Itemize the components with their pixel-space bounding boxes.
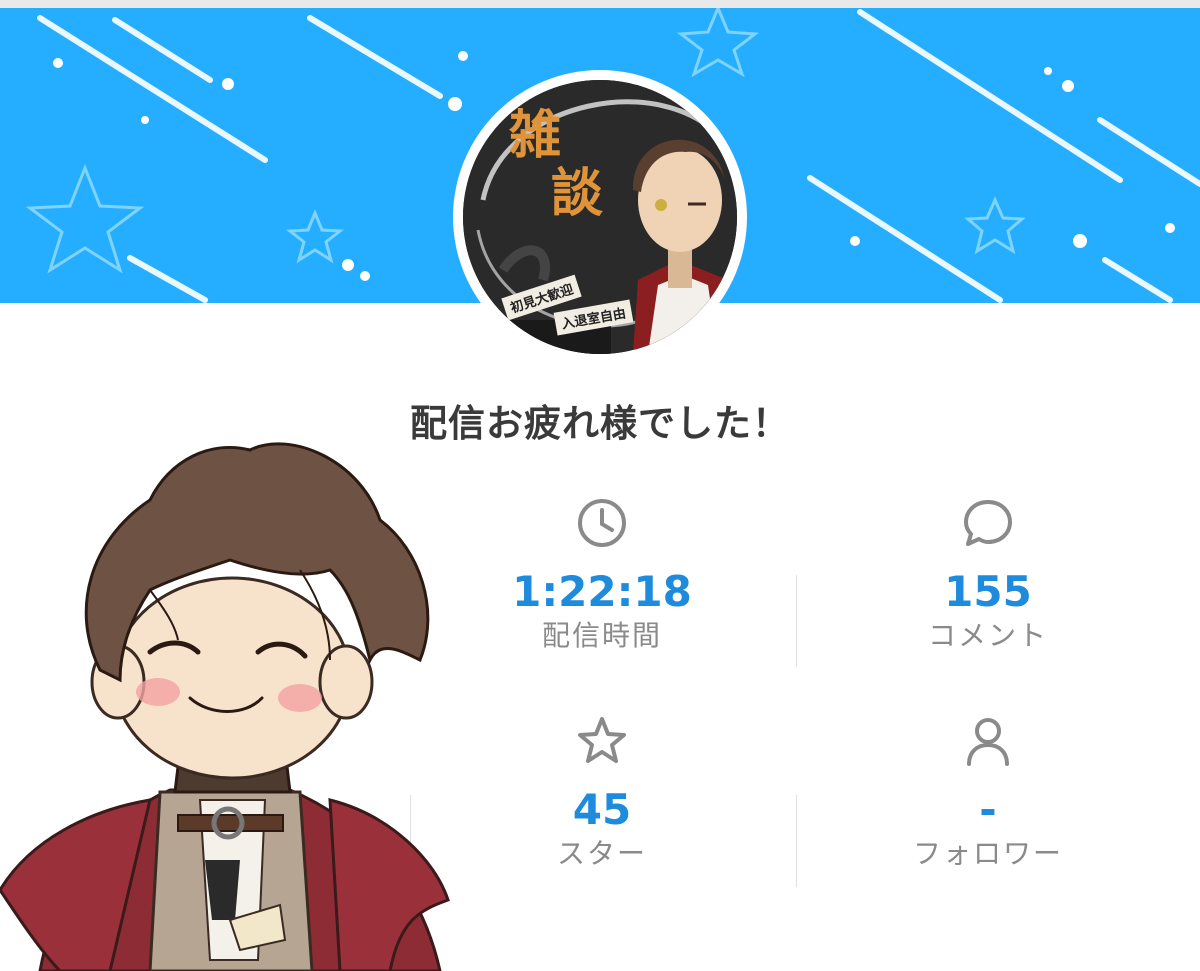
stat-comments: 155 コメント xyxy=(798,496,1178,654)
thumbnail-title-char-2: 談 xyxy=(551,163,604,224)
stat-divider-top xyxy=(796,575,797,667)
thumbnail-title-char-1: 雑 xyxy=(509,105,562,166)
followers-value: - xyxy=(979,785,997,834)
comments-value: 155 xyxy=(944,567,1032,616)
stat-divider-bottom xyxy=(796,795,797,887)
stream-thumbnail[interactable]: 雑 談 初見大歓迎 入退室自由 xyxy=(463,80,737,354)
star-icon xyxy=(578,717,626,763)
top-border xyxy=(0,0,1200,8)
clock-icon xyxy=(578,499,626,547)
comments-label: コメント xyxy=(927,619,1048,652)
stat-followers: - フォロワー xyxy=(798,714,1178,872)
character-illustration xyxy=(0,442,450,971)
followers-label: フォロワー xyxy=(912,837,1063,870)
comment-icon xyxy=(964,500,1012,546)
person-icon xyxy=(967,718,1009,766)
